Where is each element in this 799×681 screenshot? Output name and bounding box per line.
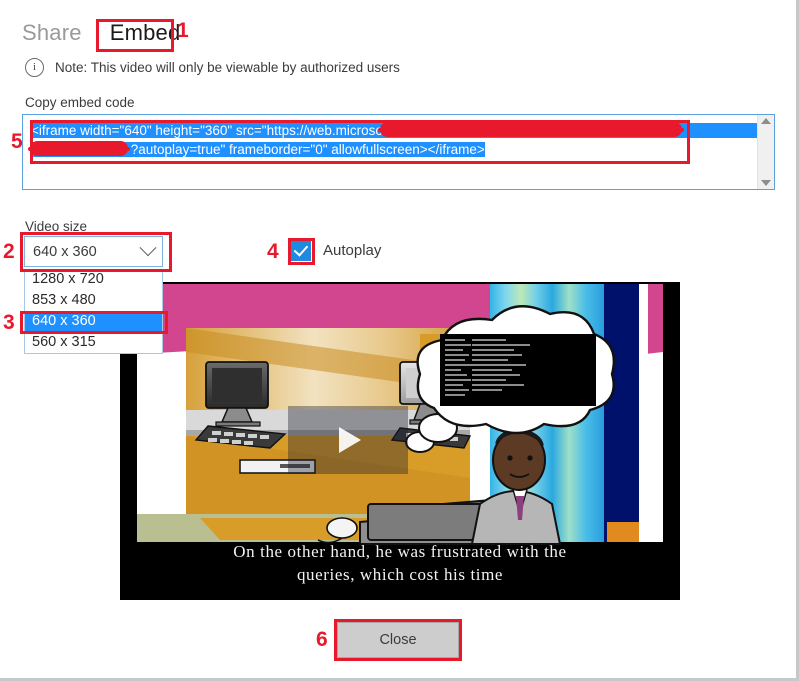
redaction-scribble-2 <box>28 142 130 155</box>
video-size-label: Video size <box>25 219 88 234</box>
video-caption-line-1: On the other hand, he was frustrated wit… <box>233 542 567 561</box>
autoplay-checkbox[interactable] <box>290 240 311 261</box>
note-text: Note: This video will only be viewable b… <box>55 60 400 75</box>
copy-embed-code-label: Copy embed code <box>25 95 135 110</box>
embed-code-line-2-text: ?autoplay=true" frameborder="0" allowful… <box>130 142 485 157</box>
tab-embed-wrap: Embed <box>104 20 209 46</box>
scroll-down-arrow-icon[interactable] <box>761 180 771 186</box>
embed-code-text[interactable]: <iframe width="640" height="360" src="ht… <box>23 115 757 189</box>
autoplay-label: Autoplay <box>323 242 382 259</box>
redaction-scribble-1 <box>378 123 684 136</box>
annotation-number-1: 1 <box>177 19 189 42</box>
annotation-number-3: 3 <box>3 311 15 334</box>
option-1280x720[interactable]: 1280 x 720 <box>25 269 162 290</box>
info-circle-icon: i <box>25 58 44 77</box>
autoplay-row[interactable]: Autoplay <box>290 240 381 261</box>
annotation-number-5: 5 <box>11 130 23 153</box>
video-caption-line-2: queries, which cost his time <box>296 565 504 584</box>
embed-dialog: Share Embed i Note: This video will only… <box>0 0 799 681</box>
option-640x360[interactable]: 640 x 360 <box>25 311 162 332</box>
checkmark-icon <box>293 241 308 257</box>
video-size-options-list[interactable]: 1280 x 720 853 x 480 640 x 360 560 x 315 <box>24 269 163 354</box>
option-853x480[interactable]: 853 x 480 <box>25 290 162 311</box>
video-caption: On the other hand, he was frustrated wit… <box>120 540 680 586</box>
embed-code-textarea[interactable]: <iframe width="640" height="360" src="ht… <box>22 114 775 190</box>
play-triangle-icon[interactable] <box>339 427 361 453</box>
video-size-selected-value: 640 x 360 <box>33 243 97 260</box>
video-size-select[interactable]: 640 x 360 <box>24 236 163 267</box>
option-560x315[interactable]: 560 x 315 <box>25 332 162 353</box>
authorization-note: i Note: This video will only be viewable… <box>25 58 400 77</box>
play-button-overlay[interactable] <box>288 406 408 474</box>
tab-share[interactable]: Share <box>22 20 82 46</box>
annotation-number-4: 4 <box>267 240 279 263</box>
embed-code-scrollbar[interactable] <box>757 115 774 189</box>
video-preview[interactable]: On the other hand, he was frustrated wit… <box>120 282 680 600</box>
tab-embed[interactable]: Embed <box>104 18 187 47</box>
embed-code-line-2: ?autoplay=true" frameborder="0" allowful… <box>31 140 753 159</box>
close-button[interactable]: Close <box>337 622 459 658</box>
annotation-number-2: 2 <box>3 240 15 263</box>
scroll-up-arrow-icon[interactable] <box>761 118 771 124</box>
chevron-down-icon[interactable] <box>139 238 157 256</box>
annotation-number-6: 6 <box>316 628 328 651</box>
